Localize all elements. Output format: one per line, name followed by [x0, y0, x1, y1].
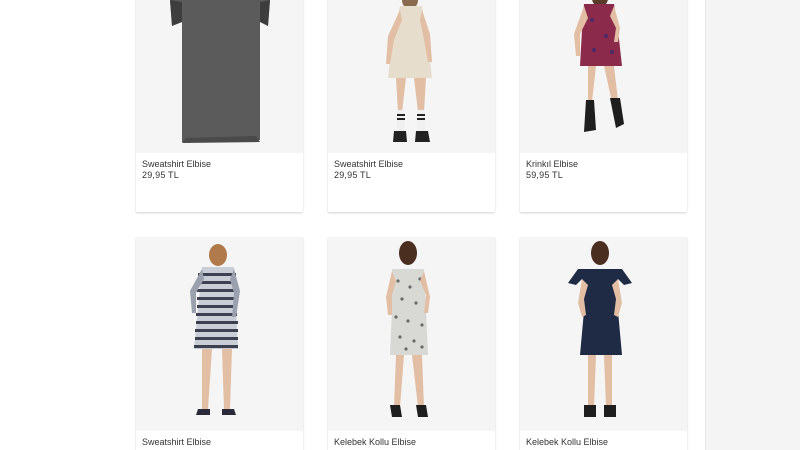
product-card[interactable]: Sweatshirt Elbise 29,95 TL	[136, 0, 303, 212]
product-image[interactable]	[328, 237, 495, 431]
product-card[interactable]: Kelebek Kollu Elbise	[520, 237, 687, 450]
model-image	[386, 241, 430, 417]
model-image	[190, 244, 240, 415]
right-side-panel	[705, 0, 800, 450]
product-card[interactable]: Krinkıl Elbise 59,95 TL	[520, 0, 687, 212]
product-price: 29,95 TL	[142, 170, 179, 180]
product-name[interactable]: Sweatshirt Elbise	[142, 437, 211, 448]
model-image	[574, 0, 624, 132]
product-card[interactable]: Sweatshirt Elbise 29,95 TL	[328, 0, 495, 212]
product-image[interactable]	[520, 237, 687, 431]
product-card[interactable]: Sweatshirt Elbise	[136, 237, 303, 450]
dress-image	[170, 0, 270, 143]
product-name[interactable]: Kelebek Kollu Elbise	[526, 437, 608, 448]
product-image[interactable]	[136, 0, 303, 153]
model-image	[568, 241, 632, 417]
product-card[interactable]: Kelebek Kollu Elbise	[328, 237, 495, 450]
product-name[interactable]: Kelebek Kollu Elbise	[334, 437, 416, 448]
product-name[interactable]: Sweatshirt Elbise	[142, 159, 211, 170]
product-name[interactable]: Krinkıl Elbise	[526, 159, 578, 170]
product-image[interactable]	[520, 0, 687, 153]
product-price: 29,95 TL	[334, 170, 371, 180]
product-image[interactable]	[136, 237, 303, 431]
model-image	[386, 0, 432, 142]
product-image[interactable]	[328, 0, 495, 153]
product-name[interactable]: Sweatshirt Elbise	[334, 159, 403, 170]
product-price: 59,95 TL	[526, 170, 563, 180]
